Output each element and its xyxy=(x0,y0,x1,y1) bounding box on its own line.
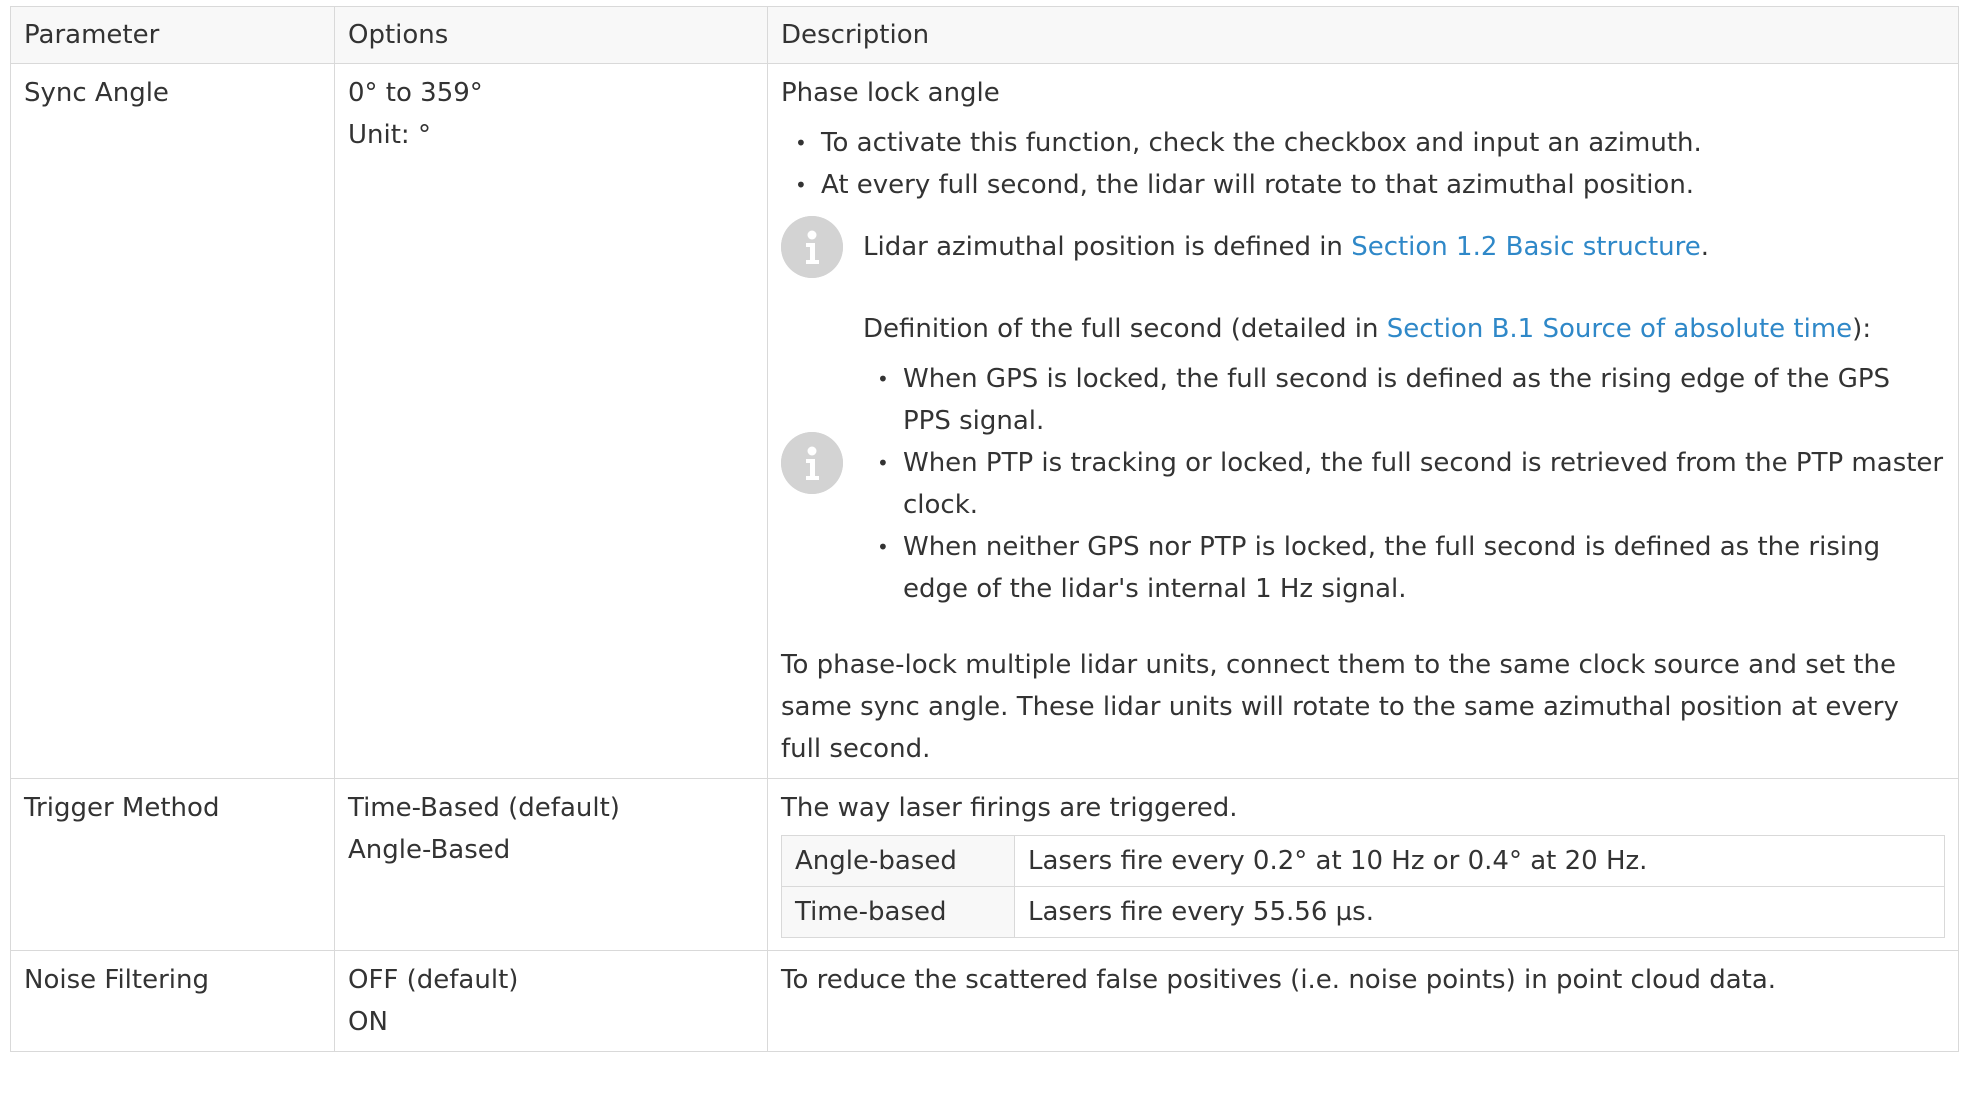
info-icon xyxy=(781,432,843,494)
note-text-after: . xyxy=(1700,232,1710,262)
list-item: To activate this function, check the che… xyxy=(795,122,1945,164)
note-text-before: Lidar azimuthal position is defined in xyxy=(863,232,1352,262)
list-item: At every full second, the lidar will rot… xyxy=(795,164,1945,206)
param-noise-filtering: Noise Filtering xyxy=(10,950,335,1052)
note-text: Lidar azimuthal position is defined in S… xyxy=(863,226,1945,268)
param-sync-angle: Sync Angle xyxy=(10,63,335,779)
info-note-azimuth: Lidar azimuthal position is defined in S… xyxy=(781,216,1945,278)
note-text-after: ): xyxy=(1852,314,1872,344)
option-unit: Unit: ° xyxy=(348,120,431,150)
option-angle-based: Angle-Based xyxy=(348,835,511,865)
header-description: Description xyxy=(767,6,1959,64)
table-row: Time-based Lasers fire every 55.56 µs. xyxy=(781,886,1945,938)
option-on: ON xyxy=(348,1007,388,1037)
description-title: Phase lock angle xyxy=(781,78,1000,108)
list-item: When PTP is tracking or locked, the full… xyxy=(877,442,1945,526)
options-sync-angle: 0° to 359° Unit: ° xyxy=(334,63,768,779)
parameter-table: Parameter Options Description Sync Angle… xyxy=(10,6,1959,1052)
description-sync-angle: Phase lock angle To activate this functi… xyxy=(767,63,1959,779)
header-options: Options xyxy=(334,6,768,64)
detail-value: Lasers fire every 0.2° at 10 Hz or 0.4° … xyxy=(1014,835,1945,887)
table-row-trigger-method: Trigger Method Time-Based (default) Angl… xyxy=(10,778,1959,951)
bullet-list: To activate this function, check the che… xyxy=(781,122,1945,206)
description-noise-filtering: To reduce the scattered false positives … xyxy=(767,950,1959,1052)
list-item: When neither GPS nor PTP is locked, the … xyxy=(877,526,1945,610)
options-trigger-method: Time-Based (default) Angle-Based xyxy=(334,778,768,951)
parameter-table-container: Parameter Options Description Sync Angle… xyxy=(10,6,1959,1052)
link-section-b-1[interactable]: Section B.1 Source of absolute time xyxy=(1387,314,1852,344)
table-header-row: Parameter Options Description xyxy=(10,6,1959,64)
bullet-list: When GPS is locked, the full second is d… xyxy=(863,358,1945,610)
trigger-detail-table: Angle-based Lasers fire every 0.2° at 10… xyxy=(781,835,1945,938)
note-text-before: Definition of the full second (detailed … xyxy=(863,314,1387,344)
table-row: Angle-based Lasers fire every 0.2° at 10… xyxy=(781,835,1945,887)
table-row-sync-angle: Sync Angle 0° to 359° Unit: ° Phase lock… xyxy=(10,63,1959,779)
description-text: The way laser firings are triggered. xyxy=(781,793,1238,823)
info-icon xyxy=(781,216,843,278)
option-time-based: Time-Based (default) xyxy=(348,793,620,823)
list-item: When GPS is locked, the full second is d… xyxy=(877,358,1945,442)
note-text: Definition of the full second (detailed … xyxy=(863,308,1945,618)
link-section-1-2[interactable]: Section 1.2 Basic structure xyxy=(1351,232,1701,262)
options-noise-filtering: OFF (default) ON xyxy=(334,950,768,1052)
info-note-full-second: Definition of the full second (detailed … xyxy=(781,308,1945,618)
table-row-noise-filtering: Noise Filtering OFF (default) ON To redu… xyxy=(10,950,1959,1052)
detail-key: Angle-based xyxy=(781,835,1015,887)
param-trigger-method: Trigger Method xyxy=(10,778,335,951)
description-trigger-method: The way laser firings are triggered. Ang… xyxy=(767,778,1959,951)
detail-key: Time-based xyxy=(781,886,1015,938)
header-parameter: Parameter xyxy=(10,6,335,64)
description-paragraph: To phase-lock multiple lidar units, conn… xyxy=(781,650,1899,764)
option-range: 0° to 359° xyxy=(348,78,483,108)
detail-value: Lasers fire every 55.56 µs. xyxy=(1014,886,1945,938)
option-off: OFF (default) xyxy=(348,965,519,995)
